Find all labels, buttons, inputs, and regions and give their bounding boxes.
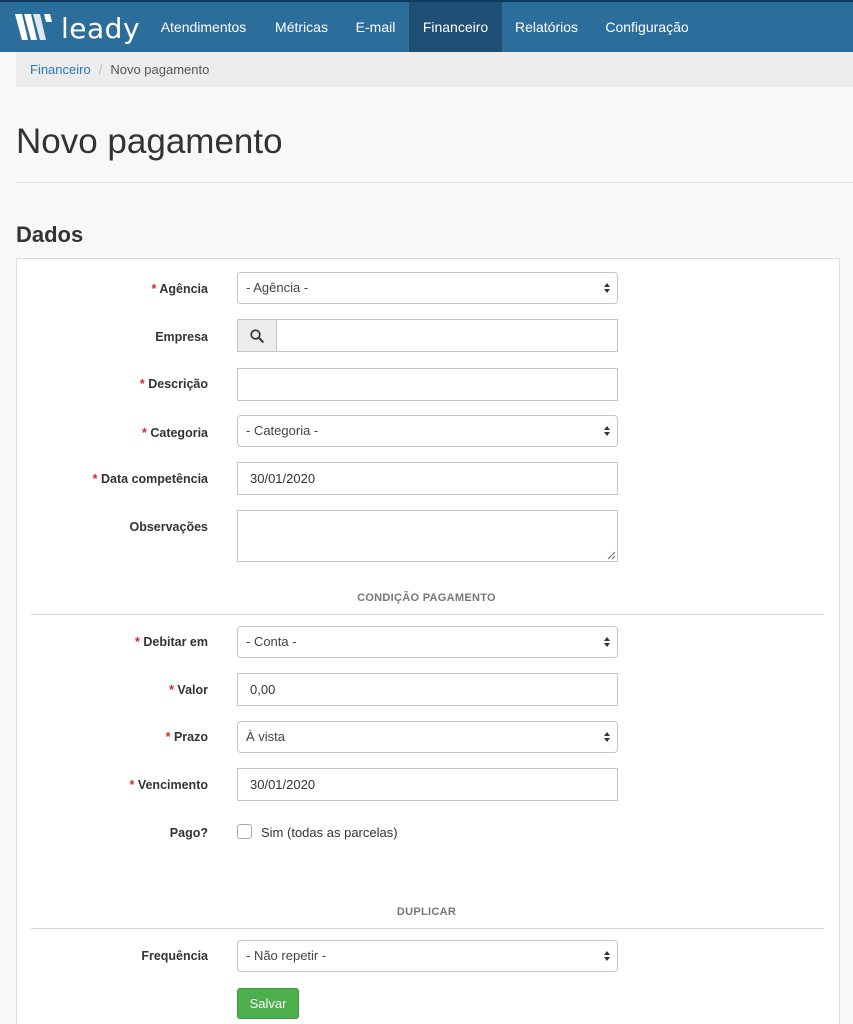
label-categoria: * Categoria <box>142 426 208 440</box>
label-debitar-em: * Debitar em <box>135 635 208 649</box>
input-valor[interactable]: 0,00 <box>237 673 618 706</box>
select-categoria-value: - Categoria - <box>246 423 319 438</box>
textarea-observacoes[interactable] <box>237 510 618 562</box>
select-agencia-value: - Agência - <box>246 280 309 295</box>
label-debitar-em-text: Debitar em <box>143 635 208 649</box>
select-debitar-em-value: - Conta - <box>246 634 297 649</box>
input-vencimento[interactable]: 30/01/2020 <box>237 768 618 801</box>
select-prazo[interactable]: À vista <box>237 721 618 753</box>
label-agencia-text: Agência <box>159 282 208 296</box>
label-valor-text: Valor <box>177 683 208 697</box>
nav-item-email[interactable]: E-mail <box>342 2 409 52</box>
label-categoria-text: Categoria <box>150 426 208 440</box>
select-agencia[interactable]: - Agência - <box>237 272 618 304</box>
required-mark: * <box>151 282 157 296</box>
breadcrumb: Financeiro / Novo pagamento <box>16 52 853 87</box>
required-mark: * <box>139 377 145 391</box>
label-descricao-text: Descrição <box>148 377 208 391</box>
divider-condicao <box>31 614 824 615</box>
required-mark: * <box>141 426 147 440</box>
required-mark: * <box>129 778 135 792</box>
divider-duplicar <box>31 928 824 929</box>
label-prazo: * Prazo <box>166 730 208 744</box>
resize-handle-icon[interactable] <box>607 551 616 560</box>
select-arrows-icon <box>604 283 610 293</box>
required-mark: * <box>165 730 171 744</box>
label-pago: Pago? <box>169 826 208 840</box>
nav-item-atendimentos[interactable]: Atendimentos <box>146 2 261 52</box>
nav-item-metricas[interactable]: Métricas <box>261 2 342 52</box>
label-observacoes: Observações <box>129 520 208 534</box>
select-arrows-icon <box>604 426 610 436</box>
label-prazo-text: Prazo <box>173 730 208 744</box>
nav-item-configuracao[interactable]: Configuração <box>591 2 703 52</box>
title-divider <box>16 182 853 183</box>
nav-item-relatorios[interactable]: Relatórios <box>502 2 591 52</box>
required-mark: * <box>92 472 98 486</box>
leady-logo-icon <box>15 14 52 40</box>
select-frequencia[interactable]: - Não repetir - <box>237 940 618 972</box>
label-data-competencia-text: Data competência <box>101 472 208 486</box>
select-arrows-icon <box>604 732 610 742</box>
select-arrows-icon <box>604 951 610 961</box>
select-arrows-icon <box>604 637 610 647</box>
input-data-competencia[interactable]: 30/01/2020 <box>237 462 618 495</box>
select-frequencia-value: - Não repetir - <box>246 948 327 963</box>
label-valor: * Valor <box>169 683 208 697</box>
checkbox-pago[interactable] <box>237 824 252 839</box>
label-empresa: Empresa <box>155 330 208 344</box>
breadcrumb-separator: / <box>98 62 103 77</box>
breadcrumb-current: Novo pagamento <box>110 62 210 77</box>
required-mark: * <box>169 683 174 697</box>
app-logo[interactable]: leady <box>14 10 140 46</box>
search-icon <box>250 329 264 343</box>
label-vencimento-text: Vencimento <box>137 778 208 792</box>
select-prazo-value: À vista <box>246 729 286 744</box>
save-button[interactable]: Salvar <box>237 988 299 1019</box>
input-empresa[interactable] <box>276 319 618 352</box>
label-frequencia: Frequência <box>141 949 208 963</box>
section-condicao-pagamento: CONDIÇÃO PAGAMENTO <box>357 592 496 604</box>
required-mark: * <box>135 635 140 649</box>
search-addon[interactable] <box>237 319 277 352</box>
input-descricao[interactable] <box>237 368 618 401</box>
select-categoria[interactable]: - Categoria - <box>237 415 618 447</box>
nav-item-financeiro[interactable]: Financeiro <box>409 2 502 52</box>
label-data-competencia: * Data competência <box>93 472 208 486</box>
label-vencimento: * Vencimento <box>129 778 208 792</box>
select-debitar-em[interactable]: - Conta - <box>237 626 618 658</box>
section-duplicar: DUPLICAR <box>396 906 457 918</box>
breadcrumb-link-financeiro[interactable]: Financeiro <box>30 62 91 77</box>
checkbox-pago-label[interactable]: Sim (todas as parcelas) <box>261 825 398 840</box>
label-descricao: * Descrição <box>140 377 208 391</box>
section-title-dados: Dados <box>16 222 84 247</box>
label-agencia: * Agência <box>151 282 208 296</box>
logo-text: leady <box>61 12 141 45</box>
page-title: Novo pagamento <box>16 122 283 161</box>
top-navbar: leady Atendimentos Métricas E-mail Finan… <box>0 0 853 52</box>
